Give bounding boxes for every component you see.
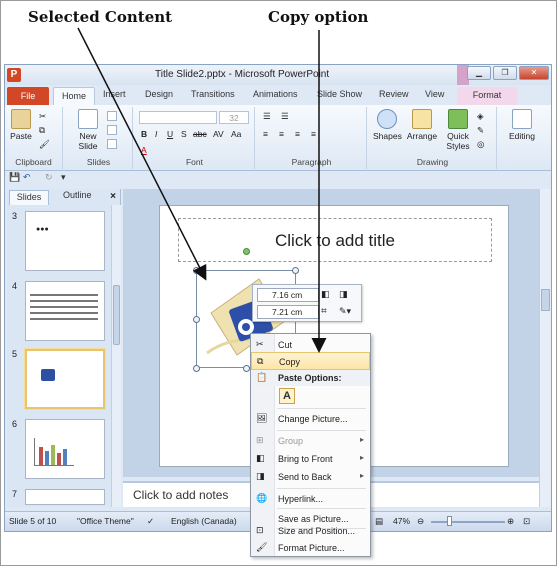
annotation-arrows <box>77 27 327 353</box>
arrow-to-selected-content <box>77 27 207 281</box>
